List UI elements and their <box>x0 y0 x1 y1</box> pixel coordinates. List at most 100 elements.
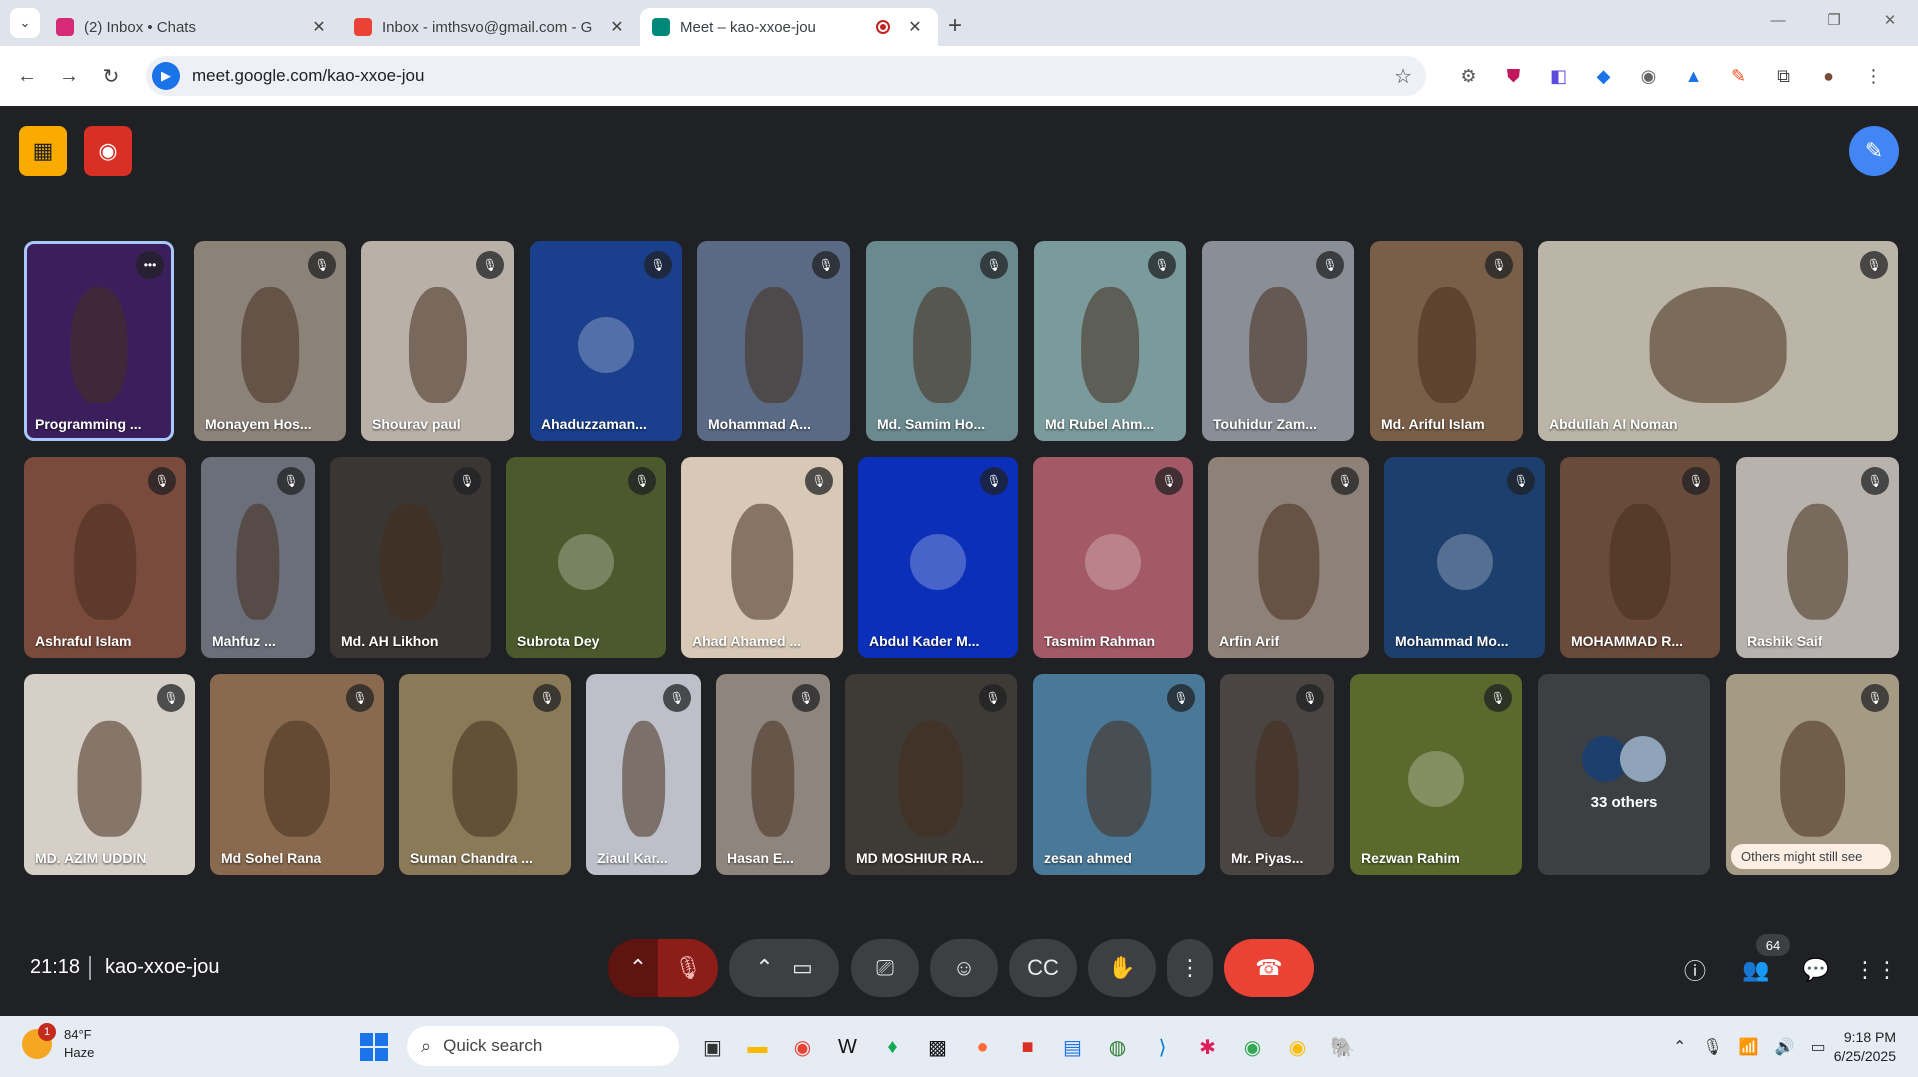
close-window-icon[interactable]: ✕ <box>1862 0 1918 40</box>
url-text[interactable]: meet.google.com/kao-xxoe-jou <box>192 66 1394 86</box>
site-info-icon[interactable]: ▶ <box>152 62 180 90</box>
emoji-reaction-button[interactable]: ☺ <box>930 939 998 997</box>
chrome-profile-2-icon[interactable]: ◉ <box>1275 1029 1320 1065</box>
tab-gmail[interactable]: Inbox - imthsvo@gmail.com - G ✕ <box>342 8 640 46</box>
recording-button[interactable]: ◉ <box>84 126 132 176</box>
video-options-button[interactable]: ⌃ ▭ <box>729 939 839 997</box>
extension-icon[interactable]: ⚙ <box>1446 66 1491 87</box>
participant-tile[interactable]: 🎙 Others might still see <box>1726 674 1899 875</box>
leave-call-button[interactable]: ☎ <box>1224 939 1314 997</box>
vscode-icon[interactable]: ⟩ <box>1140 1029 1185 1065</box>
restore-icon[interactable]: ❐ <box>1806 0 1862 40</box>
participant-tile[interactable]: 🎙 zesan ahmed <box>1033 674 1205 875</box>
meeting-details-icon[interactable]: ⓘ <box>1675 950 1715 990</box>
participant-tile[interactable]: 🎙 Arfin Arif <box>1208 457 1369 658</box>
close-tab-icon[interactable]: ✕ <box>904 17 926 37</box>
participant-tile[interactable]: 🎙 Mohammad Mo... <box>1384 457 1545 658</box>
camera-icon[interactable]: ◉ <box>1626 66 1671 87</box>
participant-tile[interactable]: 🎙 Ziaul Kar... <box>586 674 701 875</box>
network-app-icon[interactable]: ▤ <box>1050 1029 1095 1065</box>
app-box-icon[interactable]: ▩ <box>915 1029 960 1065</box>
tab-meet[interactable]: Meet – kao-xxoe-jou ✕ <box>640 8 938 46</box>
participant-tile[interactable]: 🎙 Ashraful Islam <box>24 457 186 658</box>
people-icon[interactable]: 👥 <box>1736 950 1776 990</box>
participant-tile[interactable]: 🎙 Md. AH Likhon <box>330 457 491 658</box>
close-tab-icon[interactable]: ✕ <box>606 17 628 37</box>
back-icon[interactable]: ← <box>6 65 48 88</box>
participant-tile[interactable]: 🎙 Mohammad A... <box>697 241 850 441</box>
participant-tile[interactable]: 🎙 Tasmim Rahman <box>1033 457 1193 658</box>
battery-icon[interactable]: ▭ <box>1811 1037 1826 1057</box>
profile-avatar[interactable]: ● <box>1806 66 1851 87</box>
participant-tile[interactable]: 🎙 Md. Ariful Islam <box>1370 241 1523 441</box>
participant-tile[interactable]: 🎙 Md. Samim Ho... <box>866 241 1018 441</box>
writer-icon[interactable]: W <box>825 1029 870 1065</box>
extension-tag-icon[interactable]: ◆ <box>1581 66 1626 87</box>
new-tab-button[interactable]: + <box>948 12 962 40</box>
activities-icon[interactable]: ⋮⋮ <box>1854 950 1898 990</box>
windows-start-icon[interactable] <box>360 1033 388 1061</box>
companion-edit-button[interactable]: ✎ <box>1849 126 1899 176</box>
slack-icon[interactable]: ✱ <box>1185 1029 1230 1065</box>
drive-icon[interactable]: ▲ <box>1671 66 1716 87</box>
chat-icon[interactable]: 💬 <box>1796 950 1836 990</box>
reload-icon[interactable]: ↻ <box>90 64 132 89</box>
task-view-icon[interactable]: ▣ <box>690 1029 735 1065</box>
participant-tile[interactable]: 🎙 Abdullah Al Noman <box>1538 241 1898 441</box>
chrome-icon[interactable]: ◉ <box>780 1029 825 1065</box>
minimize-icon[interactable]: — <box>1750 0 1806 40</box>
participant-tile[interactable]: 🎙 Mahfuz ... <box>201 457 315 658</box>
taskbar-search[interactable]: ⌕ Quick search <box>407 1026 679 1066</box>
participant-tile[interactable]: 🎙 Rezwan Rahim <box>1350 674 1522 875</box>
postman-icon[interactable]: ● <box>960 1029 1005 1065</box>
mongodb-icon[interactable]: ♦ <box>870 1029 915 1065</box>
more-menu-icon[interactable]: ⋮ <box>1851 66 1896 87</box>
participant-tile[interactable]: 🎙 Ahad Ahamed ... <box>681 457 843 658</box>
raise-hand-button[interactable]: ✋ <box>1088 939 1156 997</box>
participant-tile[interactable]: 🎙 Subrota Dey <box>506 457 666 658</box>
close-tab-icon[interactable]: ✕ <box>308 17 330 37</box>
app-red-icon[interactable]: ■ <box>1005 1029 1050 1065</box>
extension-d-icon[interactable]: ◧ <box>1536 66 1581 87</box>
globe-app-icon[interactable]: ◍ <box>1095 1029 1140 1065</box>
show-hidden-icons-icon[interactable]: ⌃ <box>1673 1037 1686 1057</box>
participant-tile[interactable]: ••• Programming ... <box>24 241 174 441</box>
bookmark-star-icon[interactable]: ☆ <box>1394 64 1412 89</box>
volume-icon[interactable]: 🔊 <box>1775 1037 1795 1057</box>
video-feed <box>452 720 518 837</box>
participant-tile[interactable]: 🎙 Rashik Saif <box>1736 457 1899 658</box>
tab-instagram[interactable]: (2) Inbox • Chats ✕ <box>44 8 342 46</box>
wifi-icon[interactable]: 📶 <box>1739 1037 1759 1057</box>
address-bar[interactable]: ▶ meet.google.com/kao-xxoe-jou ☆ <box>146 56 1426 96</box>
forward-icon[interactable]: → <box>48 65 90 88</box>
participant-tile[interactable]: 🎙 Mr. Piyas... <box>1220 674 1334 875</box>
participant-tile[interactable]: 🎙 Suman Chandra ... <box>399 674 571 875</box>
weather-widget[interactable]: 1 84°F Haze <box>22 1023 94 1062</box>
ublock-icon[interactable]: ⛊ <box>1491 66 1536 87</box>
participant-tile[interactable]: 🎙 Ahaduzzaman... <box>530 241 682 441</box>
color-picker-icon[interactable]: ✎ <box>1716 66 1761 87</box>
present-screen-button[interactable]: ⎚ <box>851 939 919 997</box>
microphone-off-button[interactable]: 🎙 <box>658 939 718 997</box>
file-explorer-icon[interactable]: ▬ <box>735 1029 780 1065</box>
microphone-icon[interactable]: 🎙 <box>1702 1037 1722 1057</box>
taskbar-clock[interactable]: 9:18 PM 6/25/2025 <box>1834 1028 1896 1066</box>
participant-tile[interactable]: 🎙 Touhidur Zam... <box>1202 241 1354 441</box>
participant-tile[interactable]: 🎙 Abdul Kader M... <box>858 457 1018 658</box>
postgres-icon[interactable]: 🐘 <box>1320 1029 1365 1065</box>
participant-tile[interactable]: 🎙 Md Rubel Ahm... <box>1034 241 1186 441</box>
participant-tile[interactable]: 33 others <box>1538 674 1710 875</box>
participant-tile[interactable]: 🎙 MD. AZIM UDDIN <box>24 674 195 875</box>
puzzle-icon[interactable]: ⧉ <box>1761 66 1806 87</box>
participant-tile[interactable]: 🎙 MD MOSHIUR RA... <box>845 674 1017 875</box>
chrome-profile-icon[interactable]: ◉ <box>1230 1029 1275 1065</box>
captions-button[interactable]: CC <box>1009 939 1077 997</box>
more-options-button[interactable]: ⋮ <box>1167 939 1213 997</box>
participant-tile[interactable]: 🎙 Hasan E... <box>716 674 830 875</box>
participant-tile[interactable]: 🎙 Md Sohel Rana <box>210 674 384 875</box>
participant-tile[interactable]: 🎙 MOHAMMAD R... <box>1560 457 1720 658</box>
participant-tile[interactable]: 🎙 Monayem Hos... <box>194 241 346 441</box>
recording-off-button[interactable]: ▦ <box>19 126 67 176</box>
tab-search-dropdown[interactable]: ⌄ <box>10 8 40 38</box>
participant-tile[interactable]: 🎙 Shourav paul <box>361 241 514 441</box>
